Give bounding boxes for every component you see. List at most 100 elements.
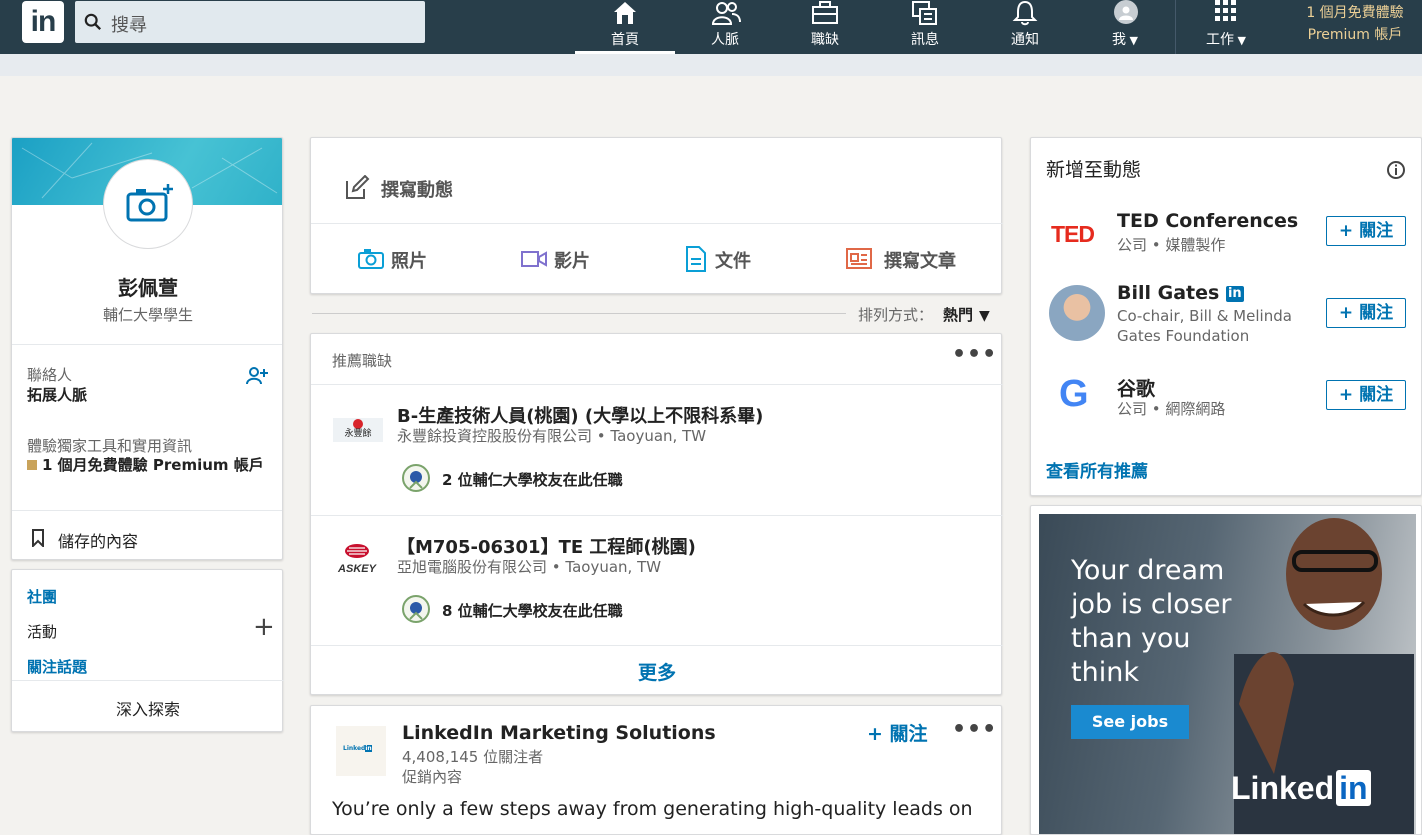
see-more-jobs-button[interactable]: 更多 [311, 658, 1003, 685]
ted-logo[interactable]: TED [1051, 221, 1095, 248]
job-item[interactable]: 永豐餘 B-生產技術人員(桃園) (大學以上不限科系畢) 永豐餘投資控股股份有限… [311, 385, 1003, 515]
follow-sponsor-button[interactable]: + 關注 [867, 719, 928, 746]
more-options-icon[interactable]: ••• [952, 717, 997, 742]
search-input[interactable]: 搜尋 [75, 1, 425, 43]
job-company: 亞旭電腦股份有限公司 • Taoyuan, TW [397, 558, 662, 576]
suggestion-name[interactable]: 谷歌 [1117, 374, 1155, 401]
video-icon [521, 251, 547, 267]
saved-items-link[interactable]: 儲存的內容 [12, 511, 282, 559]
divider [311, 645, 1003, 646]
company-logo: ASKEY [331, 543, 383, 577]
nav-jobs[interactable]: 職缺 [775, 0, 875, 54]
add-connection-icon[interactable] [246, 366, 268, 386]
followed-hashtags-link[interactable]: 關注話題 [27, 656, 87, 677]
nav-home-label: 首頁 [611, 32, 639, 48]
school-logo-icon [402, 595, 430, 623]
sponsored-post-card: Linkedin LinkedIn Marketing Solutions 4,… [310, 705, 1002, 835]
grow-network-link[interactable]: 拓展人脈 [27, 384, 87, 405]
search-icon [84, 13, 102, 31]
caret-down-icon: ▼ [979, 308, 990, 324]
nav-network[interactable]: 人脈 [675, 0, 775, 54]
company-logo: 永豐餘 [333, 418, 383, 442]
search-placeholder: 搜尋 [111, 15, 147, 36]
chevron-down-icon: ▼ [1234, 34, 1246, 47]
more-options-icon[interactable]: ••• [952, 342, 997, 367]
sponsor-followers: 4,408,145 位關注者 [402, 748, 544, 766]
job-alumni-insight: 2 位輔仁大學校友在此任職 [442, 471, 623, 489]
nav-me-label: 我 ▼ [1112, 32, 1138, 48]
profile-photo-placeholder[interactable] [103, 159, 193, 249]
camera-icon [358, 249, 384, 269]
sort-value: 熱門 [943, 306, 974, 324]
jobs-icon [812, 1, 838, 24]
nav-me[interactable]: 我 ▼ [1075, 0, 1175, 54]
divider [311, 223, 1003, 224]
suggestion-name[interactable]: Bill Gates in [1117, 282, 1244, 304]
top-navigation-bar: in 搜尋 首頁 人脈 職缺 訊息 通知 我 ▼ 工作 ▼ 1 個月免費體驗 P… [0, 0, 1422, 54]
document-icon [686, 246, 706, 272]
sort-divider [312, 313, 846, 314]
google-logo[interactable]: G [1059, 374, 1089, 414]
chevron-down-icon: ▼ [1126, 34, 1138, 47]
sponsor-logo-mark: Linkedin [343, 745, 372, 752]
sponsor-name[interactable]: LinkedIn Marketing Solutions [402, 722, 716, 744]
school-logo-icon [402, 464, 430, 492]
nav-network-label: 人脈 [711, 32, 739, 48]
start-post-label: 撰寫動態 [381, 180, 453, 201]
recommended-jobs-card: 推薦職缺 ••• 永豐餘 B-生產技術人員(桃園) (大學以上不限科系畢) 永豐… [310, 333, 1003, 695]
nav-messaging[interactable]: 訊息 [875, 0, 975, 54]
events-link[interactable]: 活動 [27, 621, 57, 642]
discover-more-link[interactable]: 深入探索 [12, 696, 284, 720]
start-post-button[interactable]: 撰寫動態 [311, 138, 1003, 223]
ad-headline-line: think [1071, 657, 1139, 688]
suggestion-subtitle: 公司 • 網際網路 [1117, 400, 1226, 418]
info-icon[interactable] [1386, 160, 1406, 180]
ad-card[interactable]: Your dream job is closer than you think … [1030, 505, 1422, 835]
linkedin-logo[interactable]: in [22, 1, 64, 43]
premium-trial-link[interactable]: 1 個月免費體驗 Premium 帳戶 [1290, 2, 1420, 46]
suggestion-subtitle: 公司 • 媒體製作 [1117, 236, 1226, 254]
profile-card: 彭佩萱 輔仁大學學生 聯絡人 拓展人脈 體驗獨家工具和實用資訊 1 個月免費體驗… [11, 137, 283, 560]
ad-image: Your dream job is closer than you think … [1039, 514, 1416, 834]
ad-headline-line: job is closer [1071, 589, 1232, 620]
divider [12, 344, 282, 345]
network-icon [711, 2, 741, 25]
sponsored-post-text: You’re only a few steps away from genera… [332, 798, 973, 820]
home-icon [614, 2, 636, 24]
follow-button[interactable]: + 關注 [1326, 298, 1406, 328]
divider [12, 680, 284, 681]
job-item[interactable]: ASKEY 【M705-06301】TE 工程師(桃園) 亞旭電腦股份有限公司 … [311, 516, 1003, 646]
recommended-jobs-header: 推薦職缺 [332, 352, 393, 370]
pencil-icon [346, 175, 370, 199]
bill-gates-avatar[interactable] [1049, 285, 1105, 341]
community-card: 社團 活動 + 關注話題 深入探索 [11, 569, 284, 732]
nav-work[interactable]: 工作 ▼ [1176, 0, 1276, 54]
company-logo-text: 永豐餘 [344, 429, 372, 439]
connections-label: 聯絡人 [27, 366, 73, 384]
profile-name[interactable]: 彭佩萱 [12, 272, 282, 301]
job-company: 永豐餘投資控股股份有限公司 • Taoyuan, TW [397, 427, 707, 445]
groups-link[interactable]: 社團 [27, 586, 57, 607]
suggestion-name[interactable]: TED Conferences [1117, 210, 1298, 232]
premium-badge-icon [27, 460, 37, 470]
write-article-label: 撰寫文章 [884, 251, 956, 272]
company-logo-text: ASKEY [338, 563, 376, 575]
nav-notifications[interactable]: 通知 [975, 0, 1075, 54]
photo-label: 照片 [391, 251, 427, 272]
subheader-strip [0, 54, 1422, 76]
sponsor-logo[interactable]: Linkedin [336, 726, 386, 776]
view-all-recommendations-link[interactable]: 查看所有推薦 [1046, 457, 1148, 482]
add-event-icon[interactable]: + [253, 614, 275, 640]
sort-dropdown[interactable]: 熱門 ▼ [943, 304, 990, 325]
follow-button[interactable]: + 關注 [1326, 380, 1406, 410]
ad-headline-line: Your dream [1071, 555, 1225, 586]
add-photo-icon [126, 184, 173, 222]
premium-promo-link[interactable]: 1 個月免費體驗 Premium 帳戶 [27, 455, 272, 475]
job-alumni-insight: 8 位輔仁大學校友在此任職 [442, 602, 623, 620]
avatar-icon [1114, 0, 1138, 24]
ad-see-jobs-button[interactable]: See jobs [1071, 705, 1189, 739]
nav-home[interactable]: 首頁 [575, 0, 675, 54]
promoted-tag: 促銷內容 [402, 768, 463, 786]
follow-button[interactable]: + 關注 [1326, 216, 1406, 246]
video-label: 影片 [554, 251, 590, 272]
